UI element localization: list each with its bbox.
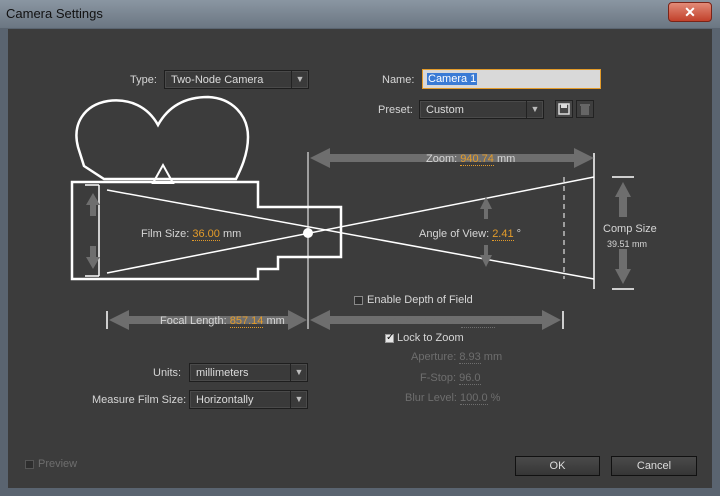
camera-settings-window: Camera Settings ✕ Type: Two-Node Camera … — [0, 0, 720, 496]
aperture-value: 8.93 — [459, 351, 481, 364]
lock-to-zoom-checkbox[interactable] — [385, 332, 394, 343]
name-input[interactable]: Camera 1 — [422, 69, 601, 89]
comp-size-down-arrow-icon — [615, 249, 631, 284]
depth-of-field-label[interactable]: Enable Depth of Field — [367, 294, 473, 306]
aperture-readout: Aperture: 8.93 mm — [411, 351, 503, 364]
film-size-value[interactable]: 36.00 — [192, 228, 220, 241]
chevron-down-icon: ▼ — [290, 364, 307, 381]
blur-level-unit: % — [490, 392, 501, 404]
focus-distance-label: Focus Distance: — [379, 315, 458, 327]
blur-level-readout: Blur Level: 100.0 % — [405, 392, 501, 405]
units-value: millimeters — [196, 367, 249, 379]
close-button[interactable]: ✕ — [668, 2, 712, 22]
film-size-unit: mm — [222, 228, 242, 240]
cancel-button[interactable]: Cancel — [611, 456, 697, 476]
film-size-up-arrow-icon — [86, 193, 100, 216]
delete-preset-button[interactable] — [576, 100, 594, 118]
film-size-down-arrow-icon — [86, 246, 100, 269]
zoom-value[interactable]: 940.74 — [460, 153, 494, 166]
preset-value: Custom — [426, 104, 464, 116]
type-label: Type: — [130, 74, 157, 86]
preview-label[interactable]: Preview — [38, 458, 77, 470]
chevron-down-icon: ▼ — [290, 391, 307, 408]
chevron-down-icon: ▼ — [526, 101, 543, 118]
name-label: Name: — [382, 74, 415, 86]
angle-down-arrow-icon — [480, 245, 492, 267]
blur-level-value: 100.0 — [460, 392, 488, 405]
focal-length-unit: mm — [266, 315, 285, 327]
comp-size-label: Comp Size — [603, 223, 657, 235]
angle-of-view-readout: Angle of View: 2.41 ° — [419, 228, 522, 241]
focus-distance-value: 940.74 — [460, 315, 495, 328]
comp-size-value: 39.51 mm — [607, 239, 648, 249]
save-icon — [558, 103, 570, 115]
focus-distance-readout: Focus Distance: 940.74 mm — [379, 315, 516, 328]
type-dropdown[interactable]: Two-Node Camera ▼ — [164, 70, 309, 89]
units-dropdown[interactable]: millimeters ▼ — [189, 363, 308, 382]
film-size-readout: Film Size: 36.00 mm — [141, 228, 242, 241]
depth-of-field-checkbox[interactable] — [354, 296, 363, 305]
angle-of-view-label: Angle of View: — [419, 228, 490, 240]
preset-label: Preset: — [378, 104, 413, 116]
aperture-unit: mm — [483, 351, 503, 363]
angle-up-arrow-icon — [480, 197, 492, 219]
zoom-label: Zoom: — [426, 153, 458, 165]
preset-dropdown[interactable]: Custom ▼ — [419, 100, 544, 119]
measure-film-size-label: Measure Film Size: — [92, 394, 187, 406]
aperture-label: Aperture: — [411, 351, 457, 363]
trash-icon — [580, 104, 590, 115]
lock-to-zoom-label[interactable]: Lock to Zoom — [397, 332, 464, 344]
name-value: Camera 1 — [427, 73, 478, 85]
fstop-readout: F-Stop: 96.0 — [420, 372, 481, 385]
window-title: Camera Settings — [6, 6, 103, 21]
ok-button[interactable]: OK — [515, 456, 600, 476]
zoom-readout: Zoom: 940.74 mm — [426, 153, 516, 166]
film-size-label: Film Size: — [141, 228, 190, 240]
focal-length-readout: Focal Length: 857.14 mm — [160, 315, 285, 328]
type-value: Two-Node Camera — [171, 74, 264, 86]
focal-length-label: Focal Length: — [160, 315, 227, 327]
focal-length-value[interactable]: 857.14 — [229, 315, 264, 328]
preview-checkbox[interactable] — [25, 460, 34, 469]
fstop-label: F-Stop: — [420, 372, 457, 384]
zoom-unit: mm — [496, 153, 516, 165]
angle-of-view-unit: ° — [516, 228, 522, 240]
blur-level-label: Blur Level: — [405, 392, 457, 404]
save-preset-button[interactable] — [555, 100, 573, 118]
comp-size-up-arrow-icon — [615, 182, 631, 217]
measure-film-size-value: Horizontally — [196, 394, 254, 406]
camera-diagram — [70, 95, 634, 330]
units-label: Units: — [153, 367, 182, 379]
title-bar: Camera Settings ✕ — [0, 0, 720, 28]
lens-triangle-icon — [151, 162, 175, 184]
dialog-body: Type: Two-Node Camera ▼ Name: Camera 1 P… — [8, 29, 712, 488]
focus-distance-unit: mm — [497, 315, 516, 327]
measure-film-size-dropdown[interactable]: Horizontally ▼ — [189, 390, 308, 409]
chevron-down-icon: ▼ — [291, 71, 308, 88]
angle-of-view-value[interactable]: 2.41 — [492, 228, 514, 241]
fstop-value: 96.0 — [459, 372, 481, 385]
